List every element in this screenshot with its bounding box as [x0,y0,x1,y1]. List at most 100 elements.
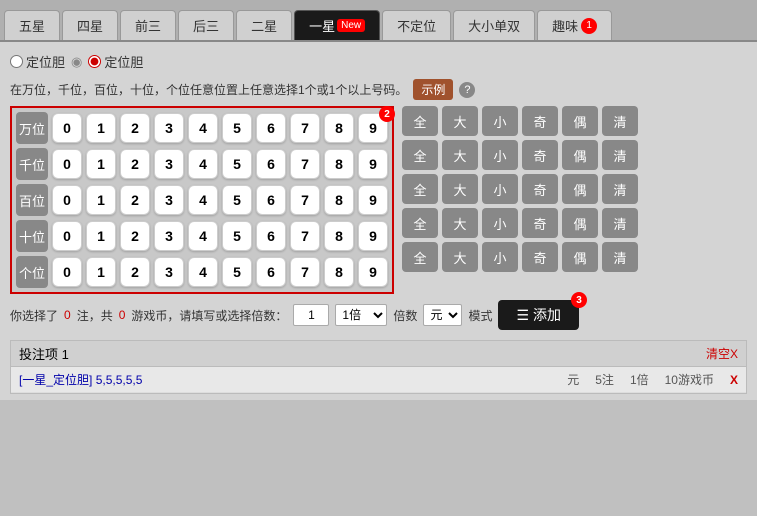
digit-btn-shiwei-6[interactable]: 6 [256,221,286,251]
quick-even-gewei[interactable]: 偶 [562,242,598,272]
quick-big-baiwei[interactable]: 大 [442,174,478,204]
digit-btn-gewei-0[interactable]: 0 [52,257,82,287]
digit-btn-qianwei-0[interactable]: 0 [52,149,82,179]
add-button[interactable]: ☰ 添加 3 [498,300,579,330]
digit-btn-baiwei-1[interactable]: 1 [86,185,116,215]
digit-btn-baiwei-5[interactable]: 5 [222,185,252,215]
digit-btn-qianwei-1[interactable]: 1 [86,149,116,179]
quick-big-qianwei[interactable]: 大 [442,140,478,170]
digit-btn-qianwei-2[interactable]: 2 [120,149,150,179]
digit-btn-gewei-3[interactable]: 3 [154,257,184,287]
digit-btn-qianwei-4[interactable]: 4 [188,149,218,179]
digit-btn-shiwei-8[interactable]: 8 [324,221,354,251]
digit-btn-qianwei-6[interactable]: 6 [256,149,286,179]
quick-odd-gewei[interactable]: 奇 [522,242,558,272]
quick-odd-baiwei[interactable]: 奇 [522,174,558,204]
clear-all-button[interactable]: 清空X [706,345,738,362]
tab-housan[interactable]: 后三 [178,10,234,40]
tab-yixing[interactable]: 一星 New [294,10,380,40]
digit-btn-baiwei-0[interactable]: 0 [52,185,82,215]
quick-small-wanwei[interactable]: 小 [482,106,518,136]
digit-btn-wanwei-5[interactable]: 5 [222,113,252,143]
radio-dingweidian2[interactable] [88,55,101,68]
quick-all-baiwei[interactable]: 全 [402,174,438,204]
digit-btn-shiwei-2[interactable]: 2 [120,221,150,251]
digit-btn-gewei-4[interactable]: 4 [188,257,218,287]
tab-wuxing[interactable]: 五星 [4,10,60,40]
quick-even-baiwei[interactable]: 偶 [562,174,598,204]
digit-btn-baiwei-3[interactable]: 3 [154,185,184,215]
quick-small-baiwei[interactable]: 小 [482,174,518,204]
quick-big-gewei[interactable]: 大 [442,242,478,272]
quick-clear-gewei[interactable]: 清 [602,242,638,272]
quick-clear-shiwei[interactable]: 清 [602,208,638,238]
digit-btn-shiwei-7[interactable]: 7 [290,221,320,251]
digit-btn-baiwei-9[interactable]: 9 [358,185,388,215]
digit-btn-wanwei-8[interactable]: 8 [324,113,354,143]
tab-sixing[interactable]: 四星 [62,10,118,40]
digit-btn-shiwei-5[interactable]: 5 [222,221,252,251]
quick-all-qianwei[interactable]: 全 [402,140,438,170]
radio-dingweidian1[interactable] [10,55,23,68]
quick-clear-qianwei[interactable]: 清 [602,140,638,170]
digit-btn-baiwei-2[interactable]: 2 [120,185,150,215]
digit-btn-wanwei-3[interactable]: 3 [154,113,184,143]
quick-odd-wanwei[interactable]: 奇 [522,106,558,136]
tab-budingwei[interactable]: 不定位 [382,10,451,40]
radio-option1[interactable]: 定位胆 [10,52,65,71]
quick-big-wanwei[interactable]: 大 [442,106,478,136]
tab-qiansan[interactable]: 前三 [120,10,176,40]
quick-big-shiwei[interactable]: 大 [442,208,478,238]
digit-btn-baiwei-6[interactable]: 6 [256,185,286,215]
tab-erxing[interactable]: 二星 [236,10,292,40]
digit-btn-shiwei-1[interactable]: 1 [86,221,116,251]
quick-all-shiwei[interactable]: 全 [402,208,438,238]
quick-small-gewei[interactable]: 小 [482,242,518,272]
digit-btn-qianwei-9[interactable]: 9 [358,149,388,179]
digit-btn-shiwei-9[interactable]: 9 [358,221,388,251]
digit-btn-gewei-2[interactable]: 2 [120,257,150,287]
digit-btn-wanwei-2[interactable]: 2 [120,113,150,143]
quick-even-shiwei[interactable]: 偶 [562,208,598,238]
digit-btn-gewei-8[interactable]: 8 [324,257,354,287]
digit-btn-wanwei-0[interactable]: 0 [52,113,82,143]
digit-btn-wanwei-7[interactable]: 7 [290,113,320,143]
quick-odd-qianwei[interactable]: 奇 [522,140,558,170]
digit-btn-gewei-1[interactable]: 1 [86,257,116,287]
multiplier-input[interactable] [293,304,329,326]
digit-btn-wanwei-4[interactable]: 4 [188,113,218,143]
digit-btn-gewei-5[interactable]: 5 [222,257,252,287]
tab-daxiaodanshuang[interactable]: 大小单双 [453,10,535,40]
digit-btn-shiwei-0[interactable]: 0 [52,221,82,251]
digit-btn-qianwei-7[interactable]: 7 [290,149,320,179]
help-icon[interactable]: ? [459,82,475,98]
example-button[interactable]: 示例 [413,79,453,100]
tab-quwei[interactable]: 趣味 1 [537,10,612,40]
digit-btn-wanwei-6[interactable]: 6 [256,113,286,143]
quick-odd-shiwei[interactable]: 奇 [522,208,558,238]
radio-option2[interactable]: 定位胆 [88,52,143,71]
quick-even-wanwei[interactable]: 偶 [562,106,598,136]
quick-all-gewei[interactable]: 全 [402,242,438,272]
digit-btn-qianwei-3[interactable]: 3 [154,149,184,179]
bet-remove-button[interactable]: X [730,371,738,388]
digit-btn-qianwei-5[interactable]: 5 [222,149,252,179]
digit-btn-gewei-6[interactable]: 6 [256,257,286,287]
quick-clear-baiwei[interactable]: 清 [602,174,638,204]
digit-btn-shiwei-4[interactable]: 4 [188,221,218,251]
quick-even-qianwei[interactable]: 偶 [562,140,598,170]
quick-small-shiwei[interactable]: 小 [482,208,518,238]
digit-btn-baiwei-8[interactable]: 8 [324,185,354,215]
yuan-select[interactable]: 元 角 [423,304,462,326]
digit-btn-qianwei-8[interactable]: 8 [324,149,354,179]
digit-btn-wanwei-1[interactable]: 1 [86,113,116,143]
quick-all-wanwei[interactable]: 全 [402,106,438,136]
mult-select[interactable]: 1倍 2倍 5倍 10倍 [335,304,387,326]
digit-btn-baiwei-7[interactable]: 7 [290,185,320,215]
digit-btn-gewei-9[interactable]: 9 [358,257,388,287]
quick-clear-wanwei[interactable]: 清 [602,106,638,136]
digit-btn-baiwei-4[interactable]: 4 [188,185,218,215]
digit-btn-wanwei-9[interactable]: 9 2 [358,113,388,143]
digit-btn-shiwei-3[interactable]: 3 [154,221,184,251]
digit-btn-gewei-7[interactable]: 7 [290,257,320,287]
